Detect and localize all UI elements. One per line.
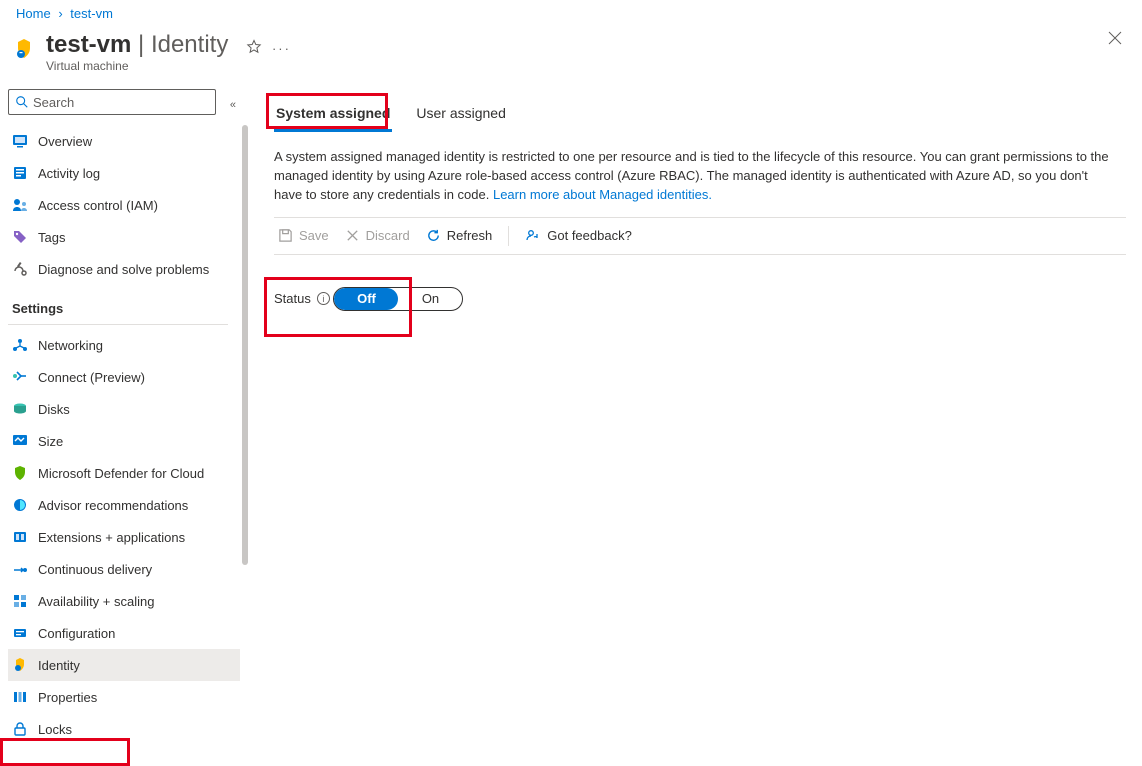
sidebar-item-label: Microsoft Defender for Cloud <box>38 466 204 481</box>
save-icon <box>278 228 293 243</box>
main-panel: System assigned User assigned A system a… <box>240 89 1142 748</box>
close-blade-button[interactable] <box>1108 31 1122 50</box>
learn-more-link[interactable]: Learn more about Managed identities. <box>493 187 712 202</box>
sidebar-item-identity[interactable]: Identity <box>8 649 240 681</box>
sidebar-item-properties[interactable]: Properties <box>8 681 240 713</box>
more-actions-icon[interactable]: ··· <box>272 41 291 56</box>
status-label: Status <box>274 291 311 306</box>
sidebar-item-label: Properties <box>38 690 97 705</box>
extensions-icon <box>12 529 28 545</box>
refresh-icon <box>426 228 441 243</box>
page-title-main: test-vm <box>46 31 131 58</box>
sidebar-item-label: Diagnose and solve problems <box>38 262 209 277</box>
disks-icon <box>12 401 28 417</box>
refresh-button[interactable]: Refresh <box>426 228 493 243</box>
sidebar-item-configuration[interactable]: Configuration <box>8 617 240 649</box>
sidebar-item-label: Disks <box>38 402 70 417</box>
feedback-button[interactable]: Got feedback? <box>525 228 632 244</box>
breadcrumb: Home › test-vm <box>0 0 1142 25</box>
access-control-icon <box>12 197 28 213</box>
sidebar-item-access-control[interactable]: Access control (IAM) <box>8 189 240 221</box>
sidebar-item-availability[interactable]: Availability + scaling <box>8 585 240 617</box>
page-title: test-vm | Identity ··· <box>46 40 291 55</box>
discard-button: Discard <box>345 228 410 243</box>
sidebar-section-settings: Settings <box>8 285 240 322</box>
sidebar-item-diagnose[interactable]: Diagnose and solve problems <box>8 253 240 285</box>
sidebar-item-label: Extensions + applications <box>38 530 185 545</box>
sidebar-item-tags[interactable]: Tags <box>8 221 240 253</box>
search-icon <box>15 95 29 109</box>
sidebar-item-extensions[interactable]: Extensions + applications <box>8 521 240 553</box>
toolbar-separator <box>508 226 509 246</box>
tags-icon <box>12 229 28 245</box>
sidebar-item-label: Access control (IAM) <box>38 198 158 213</box>
activity-log-icon <box>12 165 28 181</box>
availability-icon <box>12 593 28 609</box>
breadcrumb-separator: › <box>58 6 62 21</box>
identity-icon <box>12 657 28 673</box>
sidebar-item-label: Overview <box>38 134 92 149</box>
sidebar-item-label: Advisor recommendations <box>38 498 188 513</box>
configuration-icon <box>12 625 28 641</box>
page-header: test-vm | Identity ··· Virtual machine <box>0 25 1142 89</box>
sidebar-item-label: Networking <box>38 338 103 353</box>
status-toggle-on[interactable]: On <box>398 288 462 310</box>
sidebar-divider <box>8 324 228 325</box>
identity-description: A system assigned managed identity is re… <box>274 148 1114 205</box>
status-toggle-off[interactable]: Off <box>334 288 398 310</box>
sidebar-item-label: Configuration <box>38 626 115 641</box>
defender-icon <box>12 465 28 481</box>
sidebar-item-connect[interactable]: Connect (Preview) <box>8 361 240 393</box>
sidebar-item-label: Locks <box>38 722 72 737</box>
identity-tabs: System assigned User assigned <box>274 99 1126 132</box>
sidebar-item-label: Availability + scaling <box>38 594 154 609</box>
sidebar-item-label: Continuous delivery <box>38 562 152 577</box>
sidebar-item-locks[interactable]: Locks <box>8 713 240 745</box>
sidebar-item-label: Size <box>38 434 63 449</box>
page-title-sep: | <box>131 31 151 58</box>
discard-icon <box>345 228 360 243</box>
status-label-row: Status i <box>274 291 330 306</box>
connect-icon <box>12 369 28 385</box>
sidebar-item-continuous-delivery[interactable]: Continuous delivery <box>8 553 240 585</box>
sidebar-item-label: Tags <box>38 230 65 245</box>
tab-system-assigned[interactable]: System assigned <box>274 99 392 132</box>
sidebar: « Overview Activity log Access control (… <box>0 89 240 748</box>
continuous-delivery-icon <box>12 561 28 577</box>
info-icon[interactable]: i <box>317 292 330 305</box>
sidebar-item-disks[interactable]: Disks <box>8 393 240 425</box>
networking-icon <box>12 337 28 353</box>
sidebar-item-defender[interactable]: Microsoft Defender for Cloud <box>8 457 240 489</box>
feedback-icon <box>525 228 541 244</box>
sidebar-item-label: Connect (Preview) <box>38 370 145 385</box>
sidebar-item-label: Activity log <box>38 166 100 181</box>
properties-icon <box>12 689 28 705</box>
breadcrumb-home[interactable]: Home <box>16 6 51 21</box>
advisor-icon <box>12 497 28 513</box>
collapse-sidebar-button[interactable]: « <box>230 99 236 111</box>
identity-toolbar: Save Discard Refresh Got feedback? <box>274 217 1126 255</box>
sidebar-item-label: Identity <box>38 658 80 673</box>
sidebar-search-input[interactable] <box>33 95 209 110</box>
sidebar-item-networking[interactable]: Networking <box>8 329 240 361</box>
sidebar-search[interactable] <box>8 89 216 115</box>
page-title-section: Identity <box>151 31 228 58</box>
status-block: Status i Off On <box>274 287 1126 313</box>
sidebar-item-advisor[interactable]: Advisor recommendations <box>8 489 240 521</box>
tab-user-assigned[interactable]: User assigned <box>414 99 508 132</box>
page-subtitle: Virtual machine <box>46 59 1126 73</box>
sidebar-item-activity-log[interactable]: Activity log <box>8 157 240 189</box>
diagnose-icon <box>12 261 28 277</box>
pin-favorite-icon[interactable] <box>246 39 262 58</box>
overview-icon <box>12 133 28 149</box>
sidebar-item-overview[interactable]: Overview <box>8 125 240 157</box>
identity-resource-icon <box>12 37 36 61</box>
locks-icon <box>12 721 28 737</box>
status-toggle[interactable]: Off On <box>333 287 463 311</box>
sidebar-item-size[interactable]: Size <box>8 425 240 457</box>
size-icon <box>12 433 28 449</box>
breadcrumb-resource[interactable]: test-vm <box>70 6 113 21</box>
save-button: Save <box>278 228 329 243</box>
